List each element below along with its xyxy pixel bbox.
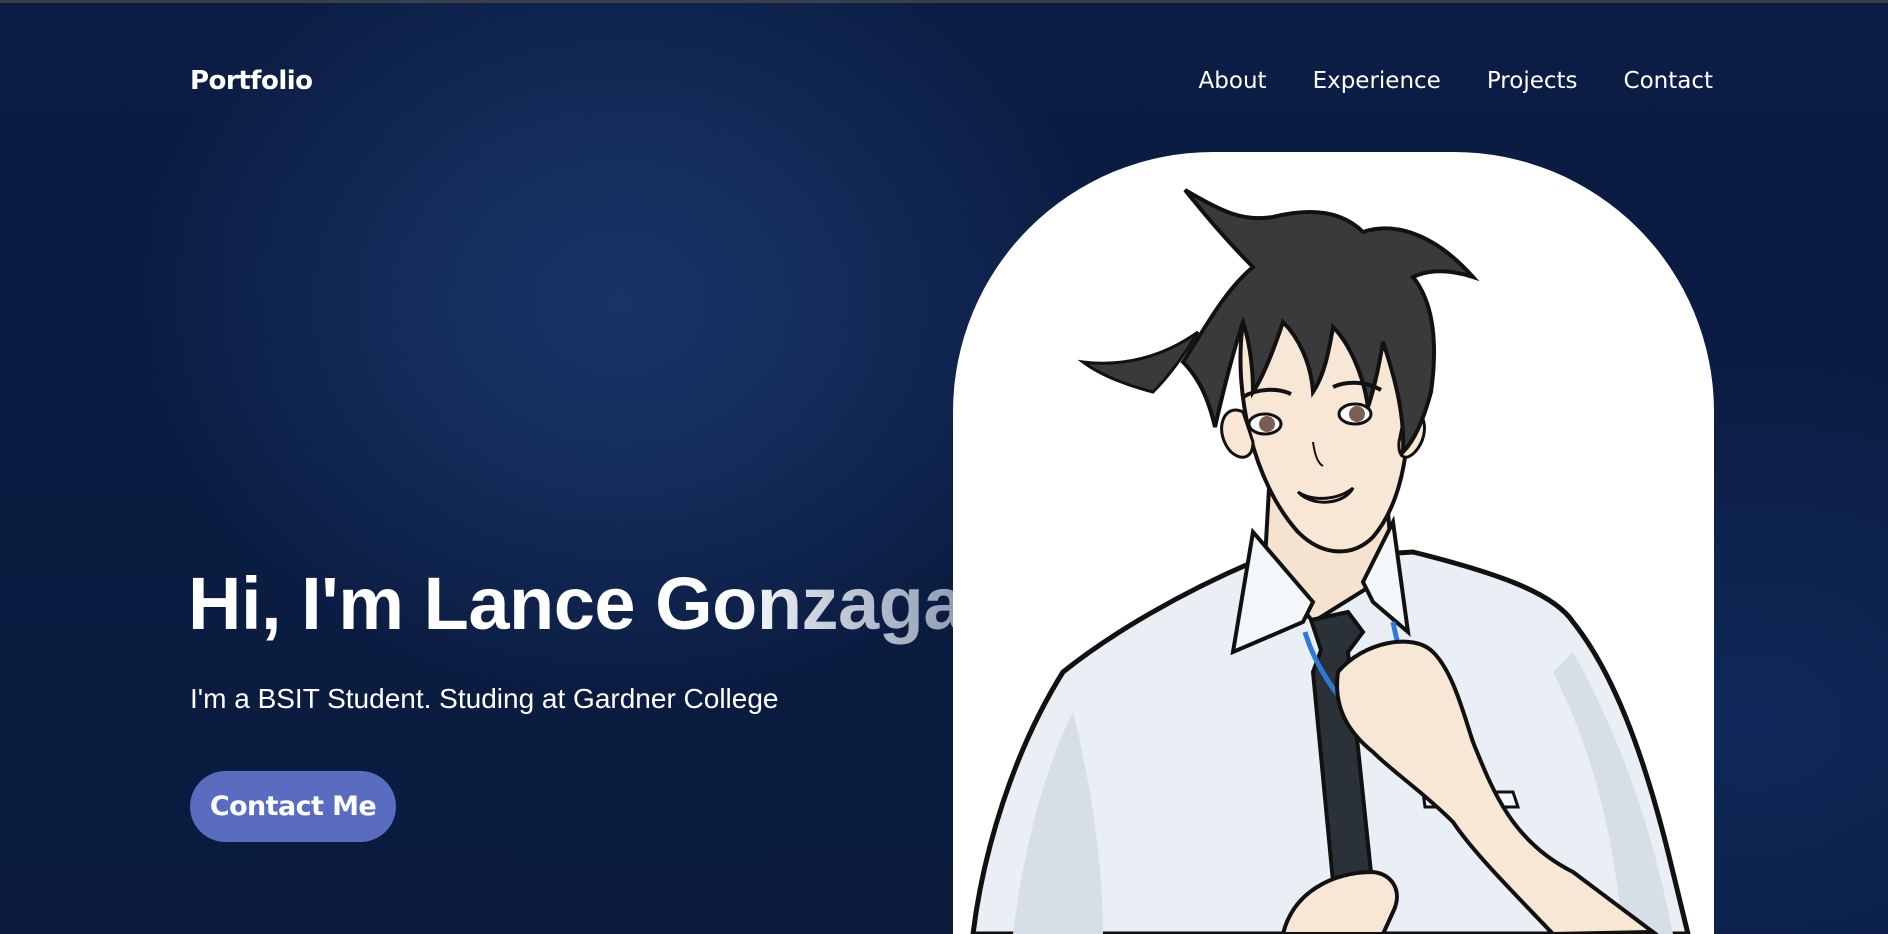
nav-link-contact[interactable]: Contact bbox=[1624, 68, 1713, 94]
nav-link-projects[interactable]: Projects bbox=[1487, 68, 1578, 94]
hero-subtitle: I'm a BSIT Student. Studing at Gardner C… bbox=[190, 683, 779, 714]
portrait-illustration bbox=[970, 188, 1691, 934]
hero-title: Hi, I'm Lance Gonzaga bbox=[188, 562, 965, 645]
nav-link-experience[interactable]: Experience bbox=[1313, 68, 1441, 94]
brand-logo[interactable]: Portfolio bbox=[190, 66, 313, 96]
nav-links: About Experience Projects Contact bbox=[1199, 68, 1713, 94]
portrait-card bbox=[953, 152, 1714, 934]
contact-me-button[interactable]: Contact Me bbox=[190, 771, 396, 842]
navbar: Portfolio About Experience Projects Cont… bbox=[0, 3, 1888, 143]
nav-link-about[interactable]: About bbox=[1199, 68, 1267, 94]
